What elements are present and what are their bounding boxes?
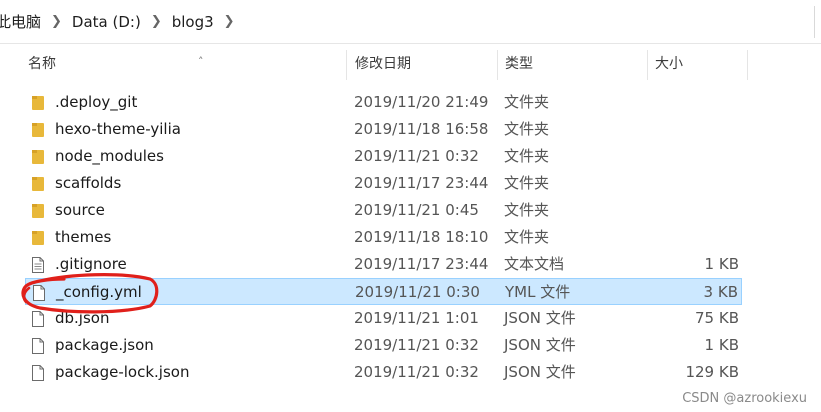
column-header-size[interactable]: 大小 (647, 46, 747, 82)
file-type: YML 文件 (505, 283, 571, 301)
file-modified-date: 2019/11/21 1:01 (354, 309, 479, 327)
column-header-date[interactable]: 修改日期 (347, 46, 497, 82)
file-modified-date: 2019/11/17 23:44 (354, 255, 489, 273)
file-icon (32, 365, 44, 381)
file-modified-date: 2019/11/21 0:32 (354, 147, 479, 165)
file-icon (32, 338, 44, 354)
file-type: 文件夹 (504, 147, 550, 165)
column-header-name[interactable]: 名称 ˄ (20, 46, 346, 82)
breadcrumb-blog3[interactable]: blog3 (168, 13, 218, 31)
file-name: scaffolds (55, 174, 122, 192)
file-type: 文本文档 (504, 255, 565, 273)
folder-icon (32, 123, 44, 137)
file-modified-date: 2019/11/21 0:32 (354, 363, 479, 381)
address-bar[interactable]: 此电脑 ❯ Data (D:) ❯ blog3 ❯ (0, 0, 821, 44)
folder-icon (32, 96, 44, 110)
file-icon (33, 285, 45, 301)
file-row[interactable]: source 2019/11/21 0:45 文件夹 (25, 197, 742, 224)
file-row[interactable]: .deploy_git 2019/11/20 21:49 文件夹 (25, 89, 742, 116)
file-modified-date: 2019/11/21 0:32 (354, 336, 479, 354)
file-name: package.json (55, 336, 154, 354)
file-name: db.json (55, 309, 110, 327)
column-headers: 名称 ˄ 修改日期 类型 大小 (0, 46, 821, 82)
folder-icon (32, 231, 44, 245)
folder-icon (32, 177, 44, 191)
file-row[interactable]: _config.yml 2019/11/21 0:30 YML 文件 3 KB (25, 278, 742, 305)
file-size: 3 KB (703, 283, 738, 301)
file-row[interactable]: hexo-theme-yilia 2019/11/18 16:58 文件夹 (25, 116, 742, 143)
text-file-icon (32, 257, 44, 273)
file-name: package-lock.json (55, 363, 190, 381)
file-modified-date: 2019/11/21 0:30 (355, 283, 480, 301)
column-header-date-label: 修改日期 (355, 56, 411, 72)
breadcrumb: 此电脑 ❯ Data (D:) ❯ blog3 ❯ (0, 0, 241, 43)
file-row[interactable]: themes 2019/11/18 18:10 文件夹 (25, 224, 742, 251)
file-name: themes (55, 228, 112, 246)
breadcrumb-this-pc[interactable]: 此电脑 (0, 11, 45, 32)
file-name: node_modules (55, 147, 164, 165)
file-modified-date: 2019/11/17 23:44 (354, 174, 489, 192)
file-type: JSON 文件 (504, 336, 576, 354)
file-type: JSON 文件 (504, 363, 576, 381)
column-header-type[interactable]: 类型 (497, 46, 647, 82)
file-icon (32, 311, 44, 327)
watermark: CSDN @azrookiexu (682, 391, 807, 406)
file-modified-date: 2019/11/18 18:10 (354, 228, 489, 246)
file-name: .deploy_git (55, 93, 138, 111)
file-name: source (55, 201, 105, 219)
chevron-right-icon[interactable]: ❯ (218, 14, 241, 29)
file-row[interactable]: db.json 2019/11/21 1:01 JSON 文件 75 KB (25, 305, 742, 332)
file-name: _config.yml (56, 283, 142, 301)
file-row[interactable]: package.json 2019/11/21 0:32 JSON 文件 1 KB (25, 332, 742, 359)
file-type: 文件夹 (504, 228, 550, 246)
file-size: 129 KB (685, 363, 739, 381)
file-modified-date: 2019/11/21 0:45 (354, 201, 479, 219)
chevron-right-icon[interactable]: ❯ (145, 14, 168, 29)
file-type: JSON 文件 (504, 309, 576, 327)
folder-icon (32, 150, 44, 164)
file-name: hexo-theme-yilia (55, 120, 181, 138)
column-header-name-label: 名称 (28, 56, 56, 72)
file-type: 文件夹 (504, 120, 550, 138)
file-modified-date: 2019/11/20 21:49 (354, 93, 489, 111)
address-bar-edge (814, 6, 821, 38)
file-row[interactable]: node_modules 2019/11/21 0:32 文件夹 (25, 143, 742, 170)
file-row[interactable]: .gitignore 2019/11/17 23:44 文本文档 1 KB (25, 251, 742, 278)
column-header-size-label: 大小 (655, 56, 683, 72)
chevron-right-icon[interactable]: ❯ (45, 14, 68, 29)
column-header-type-label: 类型 (505, 56, 533, 72)
file-row[interactable]: scaffolds 2019/11/17 23:44 文件夹 (25, 170, 742, 197)
file-type: 文件夹 (504, 93, 550, 111)
file-size: 1 KB (704, 255, 739, 273)
file-size: 75 KB (695, 309, 739, 327)
file-modified-date: 2019/11/18 16:58 (354, 120, 489, 138)
sort-ascending-icon: ˄ (198, 55, 204, 68)
column-divider[interactable] (747, 50, 748, 80)
file-type: 文件夹 (504, 174, 550, 192)
folder-icon (32, 204, 44, 218)
file-name: .gitignore (55, 255, 127, 273)
file-row[interactable]: package-lock.json 2019/11/21 0:32 JSON 文件 1… (25, 359, 742, 386)
file-type: 文件夹 (504, 201, 550, 219)
breadcrumb-data-drive[interactable]: Data (D:) (68, 13, 145, 31)
file-size: 1 KB (704, 336, 739, 354)
